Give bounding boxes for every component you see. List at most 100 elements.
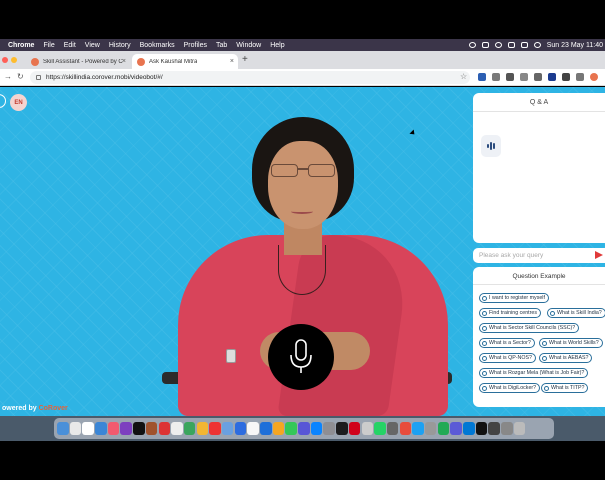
extension-icon[interactable] (534, 73, 542, 81)
question-chip[interactable]: What is QP-NOS? (479, 353, 536, 363)
presenter-necklace (278, 245, 326, 295)
app-icon[interactable] (183, 422, 196, 435)
forward-icon[interactable]: → (4, 72, 12, 81)
app-icon[interactable] (475, 422, 488, 435)
chat-bubble-icon (550, 310, 555, 316)
finder-icon[interactable] (57, 422, 69, 435)
menu-file[interactable]: File (43, 42, 54, 49)
question-chip[interactable]: What is TITP? (541, 383, 589, 393)
photos-icon[interactable] (171, 422, 183, 435)
reading-list-icon[interactable] (576, 73, 584, 81)
podcasts-icon[interactable] (120, 422, 132, 435)
question-chip-label: What is TITP? (551, 385, 585, 391)
question-chip-label: What is World Skills? (549, 340, 599, 346)
question-chip[interactable]: What is Rozgar Mela (What is Job Fair)? (479, 368, 589, 378)
close-window-icon[interactable] (2, 57, 8, 63)
powered-brand[interactable]: CoRover (39, 405, 68, 412)
divider (473, 111, 605, 112)
app-icon[interactable] (437, 422, 450, 435)
menu-bookmarks[interactable]: Bookmarks (140, 42, 175, 49)
app-icon[interactable] (361, 422, 373, 435)
extension-icon[interactable] (506, 73, 514, 81)
question-chip[interactable]: What is AEBAS? (539, 353, 593, 363)
app-icon[interactable] (221, 422, 234, 435)
app-icon[interactable] (424, 422, 437, 435)
question-chip[interactable]: I want to register myself (479, 293, 549, 303)
address-bar[interactable]: https://skillindia.corover.mobi/videobot… (30, 71, 470, 84)
app-icon[interactable] (260, 422, 272, 435)
app-store-icon[interactable] (310, 422, 323, 435)
app-icon[interactable] (196, 422, 209, 435)
music-icon[interactable] (107, 422, 120, 435)
menu-history[interactable]: History (109, 42, 131, 49)
tab-ask-kaushal-mitra[interactable]: Ask Kaushal Mitra × (132, 54, 238, 69)
menu-view[interactable]: View (85, 42, 100, 49)
menu-window[interactable]: Window (236, 42, 261, 49)
new-tab-icon[interactable]: + (242, 54, 248, 65)
extension-icon[interactable] (548, 73, 556, 81)
app-icon[interactable] (234, 422, 247, 435)
question-chip[interactable]: What is World Skills? (539, 338, 603, 348)
tab-skill-assistant[interactable]: Skill Assistant - Powered by CoRover × (26, 54, 130, 69)
whatsapp-icon[interactable] (374, 422, 386, 435)
profile-avatar-icon[interactable] (590, 73, 598, 81)
mail-icon[interactable] (95, 422, 107, 435)
microphone-button[interactable] (268, 324, 334, 390)
wifi-icon[interactable] (507, 42, 515, 48)
app-icon[interactable] (298, 422, 310, 435)
tab-close-icon[interactable]: × (122, 58, 126, 65)
app-icon[interactable] (158, 422, 170, 435)
record-icon[interactable] (468, 42, 476, 48)
menu-edit[interactable]: Edit (64, 42, 76, 49)
facetime-icon[interactable] (285, 422, 297, 435)
app-icon[interactable] (145, 422, 158, 435)
app-icon[interactable] (488, 422, 500, 435)
question-chip[interactable]: What is a Sector? (479, 338, 535, 348)
presenter-glasses (271, 164, 335, 178)
app-icon[interactable] (386, 422, 399, 435)
menubar-status-area: Sun 23 May 11:40 (468, 39, 603, 51)
query-input[interactable]: Please ask your query (473, 248, 605, 263)
app-icon[interactable] (412, 422, 424, 435)
minimize-window-icon[interactable] (11, 57, 17, 63)
search-icon[interactable] (533, 42, 541, 48)
typing-indicator-icon (481, 135, 501, 157)
acrobat-icon[interactable] (348, 422, 361, 435)
tab-close-icon[interactable]: × (230, 58, 234, 65)
menu-help[interactable]: Help (270, 42, 284, 49)
settings-icon[interactable] (323, 422, 335, 435)
question-chip[interactable]: What is Skill India? (547, 308, 605, 318)
teams-icon[interactable] (450, 422, 462, 435)
extension-icon[interactable] (478, 73, 486, 81)
play-icon[interactable] (494, 42, 502, 48)
extensions-puzzle-icon[interactable] (562, 73, 570, 81)
extension-icon[interactable] (492, 73, 500, 81)
send-icon[interactable] (595, 251, 603, 259)
launchpad-icon[interactable] (69, 422, 82, 435)
app-icon[interactable] (247, 422, 259, 435)
tv-icon[interactable] (133, 422, 145, 435)
app-icon[interactable] (336, 422, 348, 435)
query-placeholder: Please ask your query (479, 252, 544, 259)
battery-icon[interactable] (520, 42, 528, 48)
question-chip[interactable]: Find training centres (479, 308, 541, 318)
menu-chrome[interactable]: Chrome (8, 42, 34, 49)
question-chip[interactable]: What is DigiLocker? (479, 383, 541, 393)
skype-icon[interactable] (463, 422, 475, 435)
question-chip[interactable]: What is Sector Skill Councils (SSC)? (479, 323, 580, 333)
menu-profiles[interactable]: Profiles (184, 42, 207, 49)
calendar-icon[interactable] (82, 422, 94, 435)
menu-tab[interactable]: Tab (216, 42, 227, 49)
chrome-icon[interactable] (399, 422, 412, 435)
question-chip-label: What is AEBAS? (549, 355, 589, 361)
app-icon[interactable] (209, 422, 221, 435)
language-toggle[interactable]: EN (10, 94, 27, 111)
menubar-datetime[interactable]: Sun 23 May 11:40 (547, 42, 603, 49)
bookmark-star-icon[interactable]: ☆ (460, 72, 467, 81)
reload-icon[interactable]: ↻ (17, 72, 24, 81)
app-icon[interactable] (501, 422, 513, 435)
trash-icon[interactable] (513, 422, 526, 435)
extension-icon[interactable] (520, 73, 528, 81)
app-icon[interactable] (272, 422, 285, 435)
control-center-icon[interactable] (481, 42, 489, 48)
